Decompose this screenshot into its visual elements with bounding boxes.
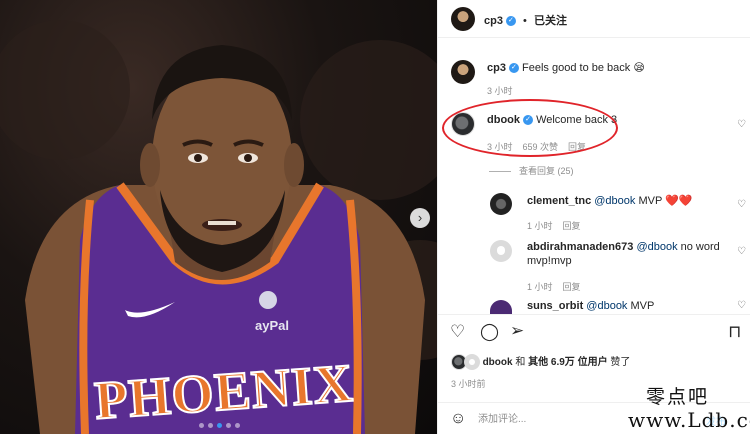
next-image-button[interactable]: › <box>410 208 430 228</box>
comment-icon[interactable]: ◯ <box>480 322 499 342</box>
bookmark-icon[interactable]: ⊓ <box>728 322 741 342</box>
carousel-dot <box>235 423 240 428</box>
caption-text: Feels good to be back <box>522 62 631 74</box>
liker-username[interactable]: dbook <box>483 357 513 368</box>
watermark-line1: 零点吧 <box>646 386 710 408</box>
post-header: cp3 ✓ • 已关注 <box>438 0 750 38</box>
reply-suns-orbit: suns_orbit @dbook MVP <box>527 300 654 313</box>
reply-text: no word <box>680 241 720 253</box>
author-avatar[interactable] <box>451 7 475 31</box>
reply-like-icon[interactable]: ♡ <box>737 300 746 311</box>
reply-emoji: ❤️❤️ <box>665 195 693 207</box>
svg-text:ayPal: ayPal <box>255 318 289 333</box>
likes-suffix: 赞了 <box>610 357 631 368</box>
view-replies-button[interactable]: 查看回复 (25) <box>489 164 574 177</box>
carousel-dot <box>208 423 213 428</box>
caption-time: 3 小时 <box>487 86 513 96</box>
divider <box>438 314 750 315</box>
comment-like-icon[interactable]: ♡ <box>737 119 746 130</box>
author-username[interactable]: cp3 <box>484 15 503 27</box>
separator-dot: • <box>523 15 527 27</box>
likes-summary: dbook 和 其他 6.9万 位用户 赞了 <box>451 353 631 371</box>
verified-icon: ✓ <box>505 16 516 27</box>
carousel-dot <box>226 423 231 428</box>
likes-others[interactable]: 其他 6.9万 位用户 <box>528 357 607 368</box>
heart-icon[interactable]: ♡ <box>450 322 465 342</box>
likes-and: 和 <box>515 357 526 368</box>
carousel-dot-active <box>217 423 222 428</box>
action-bar: ♡ ◯ ➢ ⊓ <box>438 320 750 346</box>
reply-text: MVP <box>638 195 663 207</box>
smile-icon[interactable]: ☺ <box>450 410 466 428</box>
reply-time: 1 小时 <box>527 221 553 231</box>
reply-mention[interactable]: @dbook <box>586 300 627 312</box>
reply-like-icon[interactable]: ♡ <box>737 199 746 210</box>
reply-meta: 1 小时 回复 <box>527 219 581 232</box>
caption-emoji: 😪 <box>633 62 645 74</box>
reply-mention[interactable]: @dbook <box>594 195 635 207</box>
caption-username[interactable]: cp3 <box>487 62 506 74</box>
reply-username[interactable]: clement_tnc <box>527 195 591 207</box>
liker-avatar[interactable] <box>463 354 480 371</box>
reply-button[interactable]: 回复 <box>563 221 581 231</box>
reply-like-icon[interactable]: ♡ <box>737 246 746 257</box>
player-photo-illustration: ayPal PHOENIX <box>0 20 437 434</box>
caption-avatar[interactable] <box>451 60 475 84</box>
reply-username[interactable]: abdirahmanaden673 <box>527 241 633 253</box>
reply-text-line2: mvp!mvp <box>527 255 572 267</box>
reply-username[interactable]: suns_orbit <box>527 300 583 312</box>
reply-avatar-suns-orbit[interactable] <box>490 300 512 314</box>
author-line: cp3 ✓ • 已关注 <box>484 12 567 28</box>
caption-line: cp3 ✓ Feels good to be back 😪 <box>487 61 645 74</box>
reply-mention[interactable]: @dbook <box>636 241 677 253</box>
post-sidebar: cp3 ✓ • 已关注 cp3 ✓ Feels good to be back 😪 … <box>437 0 750 434</box>
reply-meta: 1 小时 回复 <box>527 280 581 293</box>
reply-avatar-abdirahmanaden673[interactable] <box>490 240 512 262</box>
carousel-dot <box>199 423 204 428</box>
reply-avatar-clement[interactable] <box>490 193 512 215</box>
post-time[interactable]: 3 小时前 <box>451 377 486 390</box>
reply-clement: clement_tnc @dbook MVP ❤️❤️ <box>527 194 693 207</box>
reply-time: 1 小时 <box>527 282 553 292</box>
reply-text: MVP <box>630 300 655 312</box>
carousel-dots <box>199 423 240 428</box>
send-icon[interactable]: ➢ <box>510 321 524 341</box>
verified-icon: ✓ <box>508 63 519 74</box>
reply-abdirahmanaden673: abdirahmanaden673 @dbook no word <box>527 241 720 253</box>
annotation-circle <box>442 99 618 157</box>
watermark: 零点吧 www.Ldb.cc <box>598 380 750 434</box>
follow-status-button[interactable]: 已关注 <box>534 15 567 27</box>
watermark-line2: www.Ldb.cc <box>628 408 750 432</box>
post-photo[interactable]: ayPal PHOENIX › <box>0 0 437 434</box>
reply-button[interactable]: 回复 <box>563 282 581 292</box>
